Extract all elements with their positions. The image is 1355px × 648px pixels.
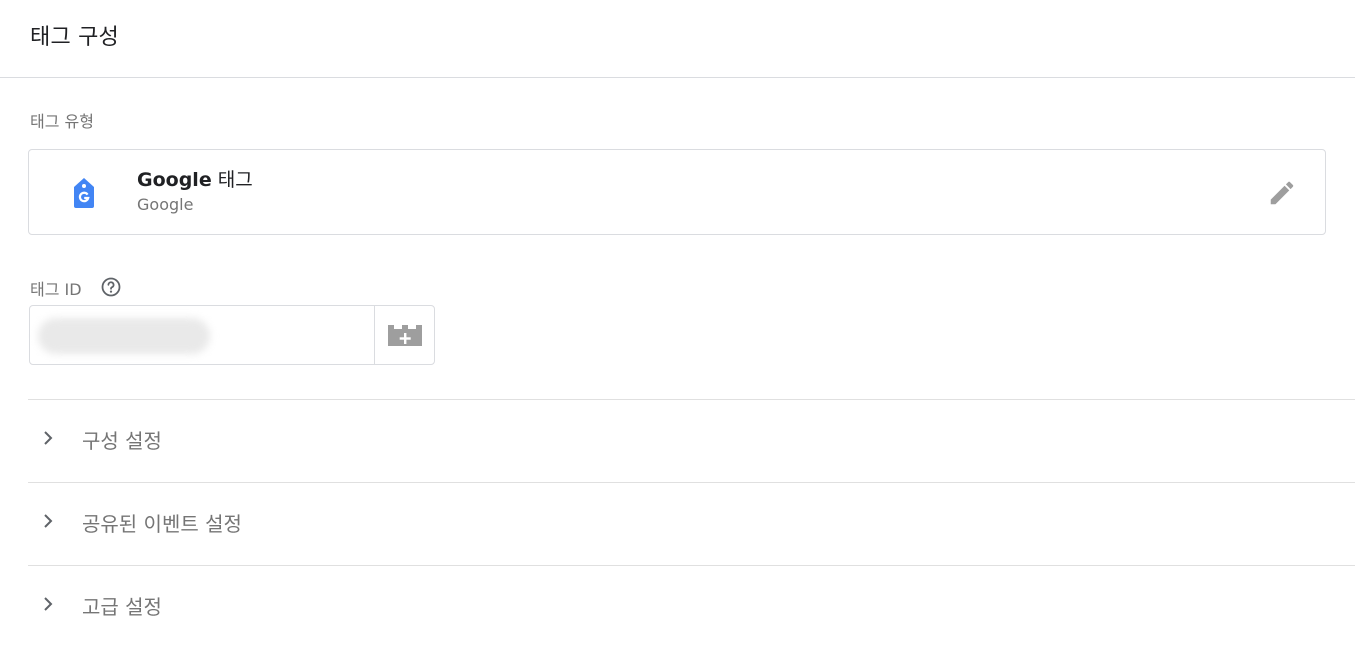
pencil-icon[interactable]	[1267, 178, 1297, 208]
tag-type-card[interactable]: Google 태그 Google	[28, 149, 1326, 235]
page-header: 태그 구성	[0, 0, 1355, 78]
tag-id-field	[29, 305, 435, 365]
tag-id-label: 태그 ID	[30, 280, 82, 299]
help-circle-icon[interactable]	[101, 277, 121, 297]
accordion-config-settings[interactable]: 구성 설정	[28, 399, 1355, 482]
chevron-right-icon	[38, 594, 58, 614]
accordion-label: 구성 설정	[82, 429, 162, 453]
accordion-label: 공유된 이벤트 설정	[82, 512, 242, 536]
variable-insert-icon	[388, 325, 422, 346]
insert-variable-button[interactable]	[374, 306, 434, 364]
accordion-advanced-settings[interactable]: 고급 설정	[28, 565, 1355, 648]
tag-type-name: Google 태그	[137, 165, 253, 192]
chevron-right-icon	[38, 428, 58, 448]
tag-type-vendor: Google	[137, 195, 194, 214]
google-tag-icon	[71, 177, 97, 209]
accordion-shared-event-settings[interactable]: 공유된 이벤트 설정	[28, 482, 1355, 565]
tag-type-name-brand: Google	[137, 169, 212, 191]
page-title: 태그 구성	[30, 25, 119, 50]
tag-id-input[interactable]	[30, 306, 374, 364]
chevron-right-icon	[38, 511, 58, 531]
tag-type-label: 태그 유형	[30, 112, 94, 131]
accordion-label: 고급 설정	[82, 595, 162, 619]
tag-type-name-suffix: 태그	[211, 169, 253, 191]
